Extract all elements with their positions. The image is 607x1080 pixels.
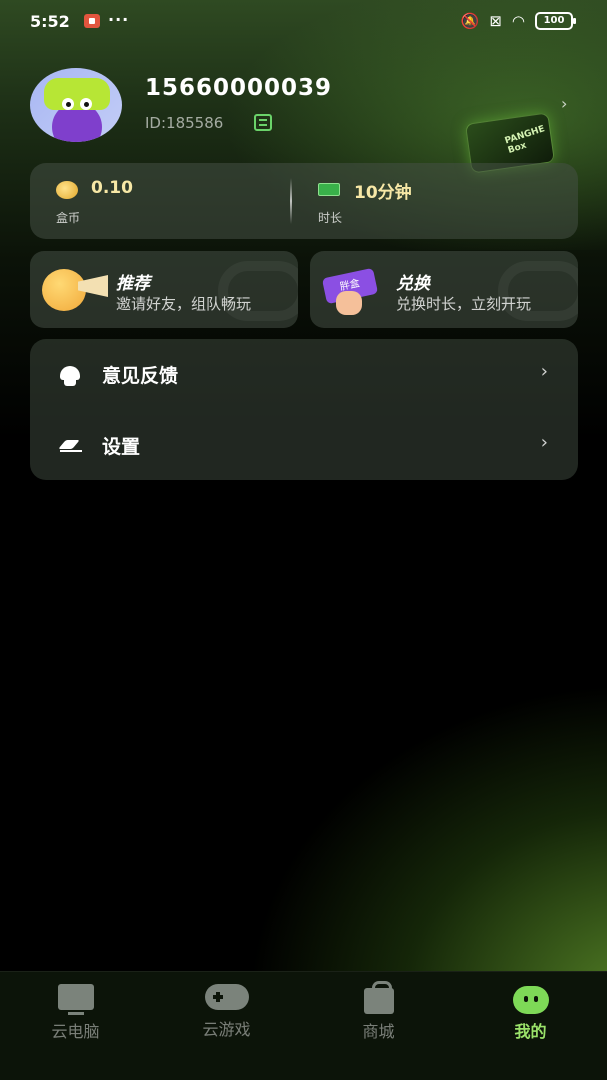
wifi-icon: ◠: [511, 12, 525, 30]
nav-item-me[interactable]: 我的: [455, 972, 606, 1080]
battery-icon: 100: [535, 12, 576, 30]
notification-app-icon: [84, 14, 100, 28]
coin-icon: [56, 181, 78, 199]
monitor-icon: [57, 984, 94, 1015]
menu-item-settings[interactable]: 设置 ›: [30, 410, 578, 480]
exchange-subtitle: 兑换时长，立刻开玩: [396, 295, 532, 313]
recommend-subtitle: 邀请好友，组队畅玩: [116, 295, 252, 313]
nav-item-cloud-games[interactable]: 云游戏: [151, 972, 302, 1080]
settings-eraser-icon: [60, 440, 82, 452]
nav-label: 我的: [514, 1022, 547, 1041]
bottom-nav: 云电脑 云游戏 商城 我的: [0, 971, 607, 1080]
nav-label: 云游戏: [202, 1020, 251, 1039]
user-id: ID:185586: [145, 114, 224, 132]
coin-label: 盒币: [56, 211, 81, 225]
vibrate-off-icon: 🔕: [460, 12, 480, 30]
feedback-helmet-icon: [60, 366, 80, 386]
time-balance[interactable]: 10分钟: [354, 178, 412, 203]
time-label: 时长: [318, 211, 343, 225]
menu-item-feedback[interactable]: 意见反馈 ›: [30, 339, 578, 409]
avatar-eye-icon: [62, 98, 74, 110]
more-notifications-icon: ···: [108, 10, 130, 29]
wink-megaphone-icon: [42, 265, 108, 315]
ticket-hand-icon: 胖盒: [320, 263, 380, 317]
stats-divider: [290, 178, 292, 224]
nav-item-cloud-pc[interactable]: 云电脑: [0, 972, 151, 1080]
profile-chevron-right-icon[interactable]: ›: [561, 94, 567, 113]
nav-label: 商城: [362, 1022, 395, 1041]
shopping-bag-icon: [363, 981, 394, 1014]
feedback-label: 意见反馈: [102, 365, 179, 387]
exchange-card[interactable]: 胖盒 兑换 兑换时长，立刻开玩: [310, 251, 578, 328]
status-icons: 🔕 ⊠ ◠ 100: [460, 12, 576, 30]
nav-item-shop[interactable]: 商城: [303, 972, 454, 1080]
status-bar: 5:52 ··· 🔕 ⊠ ◠ 100: [0, 0, 607, 44]
avatar-eye-icon: [80, 98, 92, 110]
gamepad-icon: [204, 984, 249, 1010]
nav-label: 云电脑: [51, 1022, 100, 1041]
cash-icon: [318, 183, 340, 196]
exchange-title: 兑换: [396, 274, 430, 294]
profile-face-icon: [512, 986, 549, 1014]
username: 15660000039: [145, 75, 333, 101]
no-sim-icon: ⊠: [489, 12, 502, 30]
avatar-hat: [44, 78, 110, 110]
recommend-card[interactable]: 推荐 邀请好友，组队畅玩: [30, 251, 298, 328]
stats-card: [30, 163, 578, 239]
recommend-title: 推荐: [116, 274, 150, 294]
chevron-right-icon: ›: [540, 361, 548, 382]
chevron-right-icon: ›: [540, 432, 548, 453]
status-time: 5:52: [30, 12, 70, 31]
copy-id-icon[interactable]: [254, 114, 272, 131]
coin-balance[interactable]: 0.10: [91, 178, 133, 198]
settings-label: 设置: [102, 436, 141, 458]
avatar[interactable]: [30, 68, 122, 142]
